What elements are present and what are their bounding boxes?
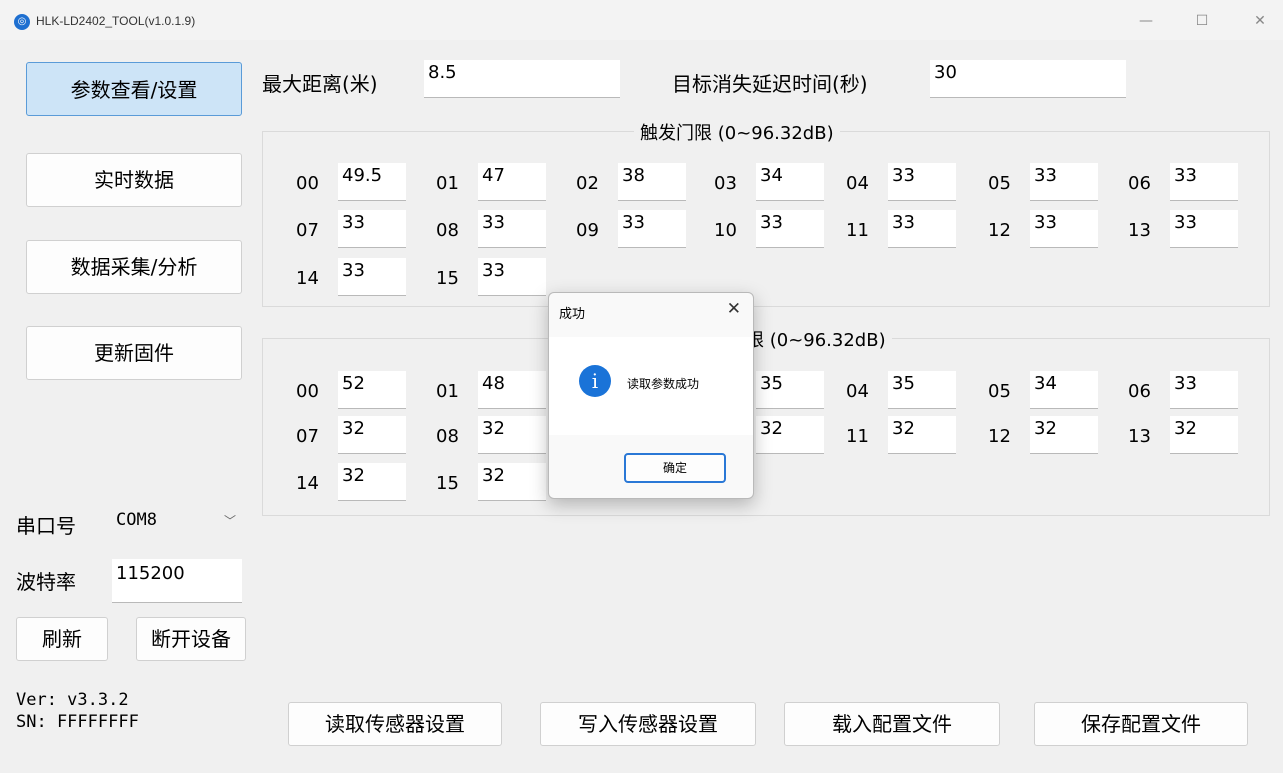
dialog-message: 读取参数成功 [627, 377, 700, 391]
dialog-close-icon[interactable]: ✕ [727, 299, 741, 319]
hold-gate-label: 15 [436, 473, 459, 494]
disconnect-button[interactable]: 断开设备 [136, 617, 246, 661]
max-distance-input[interactable]: 8.5 [424, 60, 620, 98]
hold-gate-label: 13 [1128, 426, 1151, 447]
trigger-gate-label: 09 [576, 220, 599, 241]
trigger-gate-input[interactable]: 33 [478, 210, 546, 248]
trigger-gate-label: 02 [576, 173, 599, 194]
trigger-gate-input[interactable]: 33 [338, 210, 406, 248]
hold-gate-input[interactable]: 32 [338, 463, 406, 501]
write-sensor-button[interactable]: 写入传感器设置 [540, 702, 756, 746]
hold-gate-input[interactable]: 35 [756, 371, 824, 409]
load-config-button[interactable]: 载入配置文件 [784, 702, 1000, 746]
trigger-gate-label: 05 [988, 173, 1011, 194]
dialog-body: i 读取参数成功 [549, 337, 753, 435]
trigger-gate-label: 10 [714, 220, 737, 241]
trigger-gate-label: 13 [1128, 220, 1151, 241]
hold-gate-label: 06 [1128, 381, 1151, 402]
hold-gate-label: 08 [436, 426, 459, 447]
hold-gate-input[interactable]: 32 [478, 416, 546, 454]
hold-gate-label: 11 [846, 426, 869, 447]
trigger-gate-input[interactable]: 33 [478, 258, 546, 296]
port-select[interactable]: COM8 ﹀ [112, 504, 242, 540]
trigger-gate-label: 03 [714, 173, 737, 194]
hold-gate-input[interactable]: 35 [888, 371, 956, 409]
baud-input[interactable]: 115200 [112, 559, 242, 603]
hold-gate-input[interactable]: 33 [1170, 371, 1238, 409]
sidebar-item-label: 数据采集/分析 [70, 255, 198, 279]
hold-gate-input[interactable]: 48 [478, 371, 546, 409]
hold-gate-input[interactable]: 32 [1030, 416, 1098, 454]
trigger-gate-input[interactable]: 33 [1170, 210, 1238, 248]
dialog-ok-button[interactable]: 确定 [624, 453, 726, 483]
hold-gate-input[interactable]: 32 [756, 416, 824, 454]
trigger-gate-label: 07 [296, 220, 319, 241]
trigger-gate-input[interactable]: 33 [1030, 210, 1098, 248]
trigger-gate-label: 12 [988, 220, 1011, 241]
trigger-gate-label: 00 [296, 173, 319, 194]
trigger-gate-label: 15 [436, 268, 459, 289]
trigger-gate-label: 08 [436, 220, 459, 241]
trigger-gate-input[interactable]: 34 [756, 163, 824, 201]
trigger-gate-input[interactable]: 33 [1170, 163, 1238, 201]
trigger-gate-label: 01 [436, 173, 459, 194]
sidebar-item-firmware[interactable]: 更新固件 [26, 326, 242, 380]
refresh-button[interactable]: 刷新 [16, 617, 108, 661]
chevron-down-icon: ﹀ [223, 514, 236, 528]
minimize-button[interactable]: — [1126, 8, 1166, 34]
hold-gate-label: 14 [296, 473, 319, 494]
delay-input[interactable]: 30 [930, 60, 1126, 98]
trigger-gate-input[interactable]: 33 [756, 210, 824, 248]
sidebar-item-label: 参数查看/设置 [70, 78, 198, 102]
delay-label: 目标消失延迟时间(秒) [672, 72, 868, 96]
trigger-gate-input[interactable]: 33 [1030, 163, 1098, 201]
sidebar-item-params[interactable]: 参数查看/设置 [26, 62, 242, 116]
hold-gate-input[interactable]: 32 [478, 463, 546, 501]
hold-gate-label: 05 [988, 381, 1011, 402]
trigger-gate-input[interactable]: 33 [888, 163, 956, 201]
trigger-gate-input[interactable]: 38 [618, 163, 686, 201]
hold-gate-label: 01 [436, 381, 459, 402]
save-config-button[interactable]: 保存配置文件 [1034, 702, 1248, 746]
hold-gate-input[interactable]: 32 [1170, 416, 1238, 454]
trigger-gate-input[interactable]: 49.5 [338, 163, 406, 201]
baud-label: 波特率 [16, 570, 76, 594]
dialog-title: 成功 [559, 307, 586, 322]
hold-gate-label: 12 [988, 426, 1011, 447]
trigger-gate-input[interactable]: 33 [338, 258, 406, 296]
trigger-gate-label: 04 [846, 173, 869, 194]
app-icon: ◎ [14, 14, 30, 30]
sidebar-item-collect[interactable]: 数据采集/分析 [26, 240, 242, 294]
trigger-group-title: 触发门限 (0~96.32dB) [634, 119, 840, 145]
sidebar-item-label: 实时数据 [94, 168, 174, 192]
version-text: Ver: v3.3.2 [16, 690, 129, 710]
hold-group-title: 限 (0~96.32dB) [744, 326, 892, 352]
sn-text: SN: FFFFFFFF [16, 712, 139, 732]
success-dialog: 成功 ✕ i 读取参数成功 确定 [548, 292, 754, 499]
max-distance-label: 最大距离(米) [262, 72, 378, 96]
trigger-gate-input[interactable]: 47 [478, 163, 546, 201]
hold-gate-label: 07 [296, 426, 319, 447]
hold-gate-input[interactable]: 32 [338, 416, 406, 454]
port-value: COM8 [116, 510, 157, 530]
hold-gate-input[interactable]: 52 [338, 371, 406, 409]
trigger-gate-input[interactable]: 33 [618, 210, 686, 248]
hold-gate-label: 04 [846, 381, 869, 402]
trigger-gate-label: 06 [1128, 173, 1151, 194]
trigger-gate-label: 14 [296, 268, 319, 289]
maximize-button[interactable]: ☐ [1182, 8, 1222, 34]
hold-gate-input[interactable]: 34 [1030, 371, 1098, 409]
trigger-gate-label: 11 [846, 220, 869, 241]
hold-gate-label: 00 [296, 381, 319, 402]
info-icon: i [579, 365, 611, 397]
sidebar-item-label: 更新固件 [94, 341, 174, 365]
window-title: HLK-LD2402_TOOL(v1.0.1.9) [36, 14, 196, 28]
close-button[interactable]: ✕ [1240, 8, 1280, 34]
read-sensor-button[interactable]: 读取传感器设置 [288, 702, 502, 746]
trigger-gate-input[interactable]: 33 [888, 210, 956, 248]
hold-gate-input[interactable]: 32 [888, 416, 956, 454]
port-label: 串口号 [16, 514, 76, 538]
sidebar-item-realtime[interactable]: 实时数据 [26, 153, 242, 207]
